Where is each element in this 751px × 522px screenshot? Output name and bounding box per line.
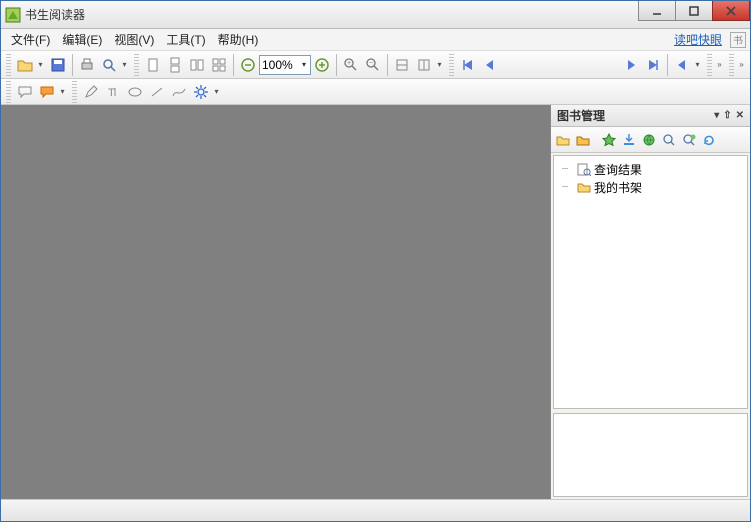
dropdown-icon[interactable]: ▾ (212, 81, 221, 103)
zoom-out-icon[interactable] (237, 54, 259, 76)
text-tool-icon[interactable]: T (102, 81, 124, 103)
dropdown-icon[interactable]: ▾ (58, 81, 67, 103)
toolbar-annotations: ▾ T ▾ (1, 79, 750, 105)
zoom-in-tool-icon[interactable]: + (340, 54, 362, 76)
panel-favorite-icon[interactable] (599, 130, 619, 150)
window-title: 书生阅读器 (25, 6, 85, 23)
page-single-icon[interactable] (142, 54, 164, 76)
dropdown-icon[interactable]: ▾ (435, 54, 444, 76)
pen-icon[interactable] (80, 81, 102, 103)
zoom-value-input[interactable] (262, 58, 300, 72)
zoom-out-tool-icon[interactable]: − (362, 54, 384, 76)
gear-icon[interactable] (190, 81, 212, 103)
panel-pin-icon[interactable]: ⇧ (723, 110, 731, 121)
print-icon[interactable] (76, 54, 98, 76)
maximize-button[interactable] (675, 1, 713, 21)
app-window: 书生阅读器 文件(F) 编辑(E) 视图(V) 工具(T) 帮助(H) 读吧快眼… (0, 0, 751, 522)
panel-toolbar (551, 127, 750, 153)
separator-icon (233, 54, 234, 76)
library-tree[interactable]: ┈ 查询结果 ┈ 我的书架 (553, 155, 748, 409)
panel-search-web-icon[interactable] (679, 130, 699, 150)
first-page-icon[interactable] (457, 54, 479, 76)
book-toggle-icon[interactable]: 书 (730, 32, 746, 48)
svg-text:−: − (369, 60, 373, 67)
panel-download-icon[interactable] (619, 130, 639, 150)
fit-width-icon[interactable] (391, 54, 413, 76)
fit-page-icon[interactable] (413, 54, 435, 76)
save-icon[interactable] (47, 54, 69, 76)
panel-refresh-icon[interactable] (699, 130, 719, 150)
separator-icon (336, 54, 337, 76)
document-view[interactable] (1, 105, 550, 499)
overflow-icon[interactable]: » (737, 54, 746, 76)
dropdown-icon[interactable]: ▾ (693, 54, 702, 76)
app-icon (5, 7, 21, 23)
panel-menu-arrow-icon[interactable]: ▾ (714, 110, 719, 121)
title-bar: 书生阅读器 (1, 1, 750, 29)
svg-text:+: + (347, 60, 351, 67)
dropdown-icon[interactable]: ▾ (36, 54, 45, 76)
separator-icon (387, 54, 388, 76)
zoom-combo[interactable]: ▾ (259, 55, 311, 75)
panel-globe-icon[interactable] (639, 130, 659, 150)
menu-tool[interactable]: 工具(T) (160, 29, 211, 50)
menu-file[interactable]: 文件(F) (5, 29, 56, 50)
separator-icon (667, 54, 668, 76)
menu-view[interactable]: 视图(V) (108, 29, 160, 50)
grip-icon (72, 81, 77, 103)
tree-connector-icon: ┈ (562, 164, 574, 175)
side-panel: 图书管理 ▾ ⇧ ✕ ┈ (550, 105, 750, 499)
menu-bar: 文件(F) 编辑(E) 视图(V) 工具(T) 帮助(H) 读吧快眼 书 (1, 29, 750, 51)
status-bar (1, 499, 750, 521)
separator-icon (72, 54, 73, 76)
panel-details-box (553, 413, 748, 497)
tree-connector-icon: ┈ (562, 182, 574, 193)
grip-icon (449, 54, 454, 76)
svg-text:T: T (108, 87, 115, 99)
freehand-tool-icon[interactable] (168, 81, 190, 103)
page-facing-icon[interactable] (186, 54, 208, 76)
menu-edit[interactable]: 编辑(E) (56, 29, 108, 50)
ellipse-tool-icon[interactable] (124, 81, 146, 103)
tree-node-search-results[interactable]: ┈ 查询结果 (556, 160, 745, 178)
panel-open-folder2-icon[interactable] (573, 130, 593, 150)
grip-icon (707, 54, 712, 76)
minimize-button[interactable] (638, 1, 676, 21)
grip-icon (729, 54, 734, 76)
tree-node-label: 查询结果 (594, 161, 642, 178)
panel-title: 图书管理 (557, 107, 605, 124)
zoom-in-icon[interactable] (311, 54, 333, 76)
menu-help[interactable]: 帮助(H) (212, 29, 265, 50)
overflow-icon[interactable]: » (715, 54, 724, 76)
speech-bubble-fill-icon[interactable] (36, 81, 58, 103)
panel-search-icon[interactable] (659, 130, 679, 150)
dropdown-icon[interactable]: ▾ (120, 54, 129, 76)
search-icon[interactable] (98, 54, 120, 76)
grip-icon (6, 81, 11, 103)
line-tool-icon[interactable] (146, 81, 168, 103)
quick-eye-link[interactable]: 读吧快眼 (674, 31, 726, 48)
page-continuous-icon[interactable] (164, 54, 186, 76)
main-area: 图书管理 ▾ ⇧ ✕ ┈ (1, 105, 750, 499)
panel-open-folder-icon[interactable] (553, 130, 573, 150)
open-file-icon[interactable] (14, 54, 36, 76)
toolbar-main: ▾ ▾ ▾ + − ▾ ▾ (1, 51, 750, 79)
speech-bubble-icon[interactable] (14, 81, 36, 103)
page-grid-icon[interactable] (208, 54, 230, 76)
chevron-down-icon[interactable]: ▾ (300, 60, 308, 69)
prev-page-icon[interactable] (479, 54, 501, 76)
close-button[interactable] (712, 1, 750, 21)
tree-node-label: 我的书架 (594, 179, 642, 196)
last-page-icon[interactable] (642, 54, 664, 76)
grip-icon (134, 54, 139, 76)
nav-back-icon[interactable] (671, 54, 693, 76)
window-controls (639, 1, 750, 21)
tree-node-my-shelf[interactable]: ┈ 我的书架 (556, 178, 745, 196)
search-result-icon (576, 161, 592, 177)
next-page-icon[interactable] (620, 54, 642, 76)
grip-icon (6, 54, 11, 76)
panel-close-icon[interactable]: ✕ (736, 110, 744, 121)
panel-header: 图书管理 ▾ ⇧ ✕ (551, 105, 750, 127)
folder-icon (576, 179, 592, 195)
